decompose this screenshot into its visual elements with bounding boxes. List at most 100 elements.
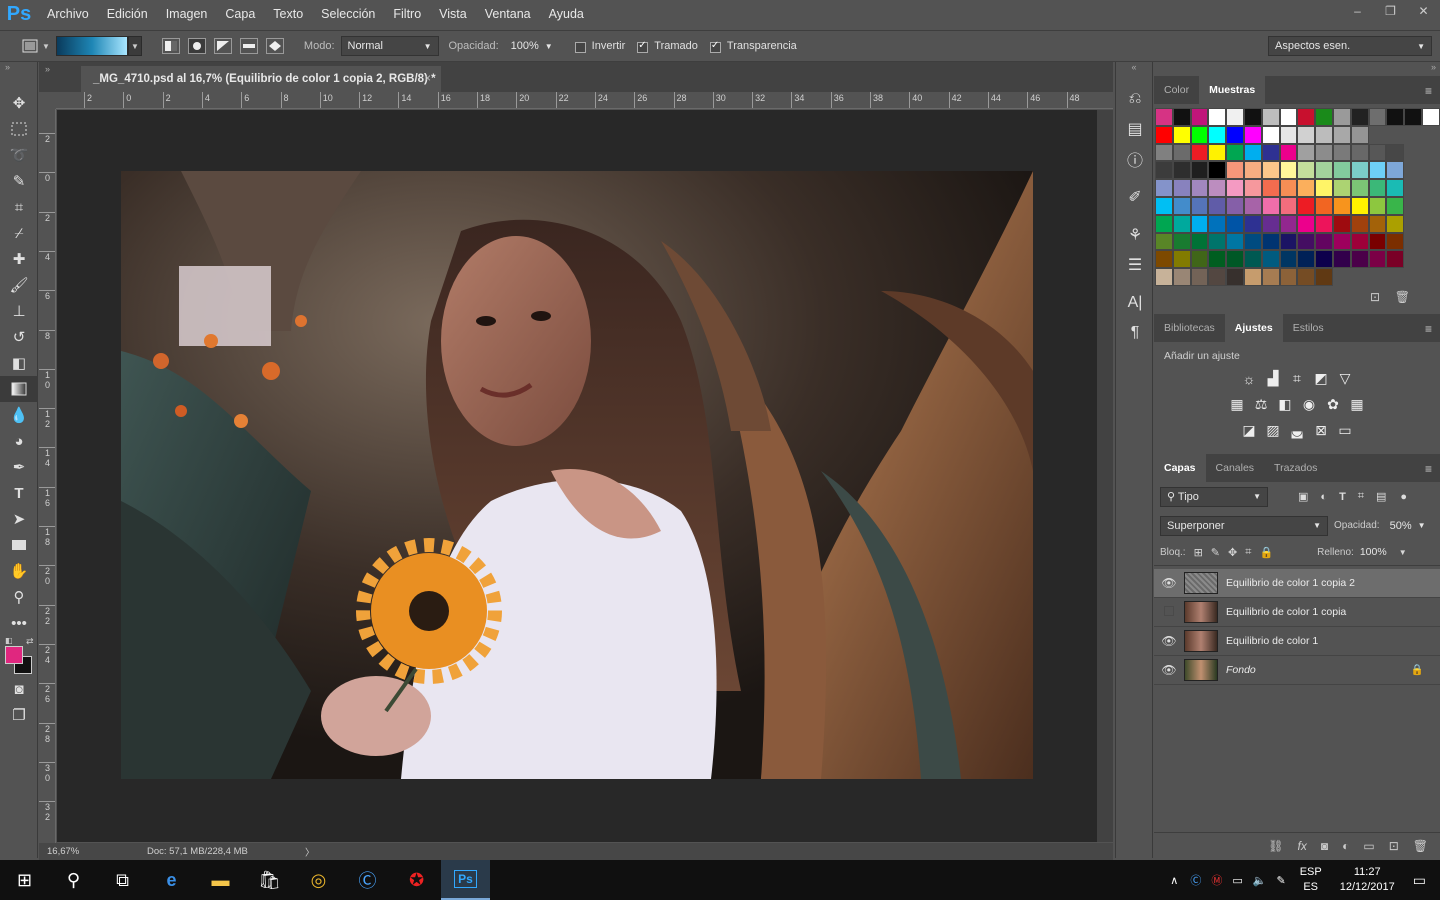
tab-adjustments[interactable]: Ajustes: [1224, 313, 1283, 342]
crop-tool-icon[interactable]: ⌗: [0, 194, 38, 220]
color-swatch[interactable]: [1190, 125, 1209, 144]
collapse-dock-icon[interactable]: «: [1116, 62, 1152, 76]
properties-panel-icon[interactable]: ▤: [1116, 114, 1154, 144]
color-swatch[interactable]: [1386, 250, 1405, 269]
brush-tool-icon[interactable]: 🖌: [0, 272, 38, 298]
fill-chevron-down-icon[interactable]: ▼: [1399, 548, 1407, 557]
color-swatch[interactable]: [1297, 232, 1316, 251]
color-swatch[interactable]: [1226, 179, 1244, 197]
color-swatch[interactable]: [1368, 161, 1387, 180]
tray-network-icon[interactable]: ▭: [1232, 874, 1242, 887]
color-swatch[interactable]: [1226, 232, 1244, 251]
color-swatch[interactable]: [1243, 232, 1262, 251]
color-swatch[interactable]: [1226, 161, 1244, 180]
tab-swatches[interactable]: Muestras: [1199, 76, 1266, 104]
color-swatch[interactable]: [1350, 232, 1369, 251]
link-layers-icon[interactable]: ⛓: [1268, 839, 1283, 853]
blur-tool-icon[interactable]: 💧: [0, 402, 38, 428]
color-swatch[interactable]: [1243, 250, 1262, 269]
color-swatch[interactable]: [1190, 250, 1209, 269]
color-swatch[interactable]: [1297, 268, 1316, 286]
color-swatch[interactable]: [1386, 161, 1405, 180]
invert-checkbox[interactable]: [574, 41, 586, 53]
photoshop-taskbar-icon[interactable]: Ps: [441, 860, 490, 900]
color-swatch[interactable]: [1261, 214, 1280, 233]
color-swatch[interactable]: [1155, 250, 1173, 269]
edge-browser-icon[interactable]: e: [147, 860, 196, 900]
color-swatch[interactable]: [1243, 143, 1262, 162]
color-swatch[interactable]: [1350, 161, 1369, 180]
tab-libraries[interactable]: Bibliotecas: [1154, 314, 1225, 342]
color-swatch[interactable]: [1208, 143, 1227, 162]
info-panel-icon[interactable]: ⓘ: [1116, 144, 1154, 174]
color-swatch[interactable]: [1243, 179, 1262, 197]
layer-row[interactable]: 👁 Equilibrio de color 1 copia 2: [1154, 568, 1440, 598]
default-colors-icon[interactable]: ◧: [5, 636, 13, 645]
tab-styles[interactable]: Estilos: [1283, 314, 1334, 342]
move-tool-icon[interactable]: ✥: [0, 90, 38, 116]
color-swatch[interactable]: [1332, 143, 1351, 162]
healing-brush-tool-icon[interactable]: ✚: [0, 246, 38, 272]
color-swatch[interactable]: [1368, 214, 1387, 233]
document-tab-close-icon[interactable]: ×: [424, 66, 431, 92]
zoom-level[interactable]: 16,67%: [39, 846, 139, 857]
swatches-panel-menu-icon[interactable]: ≡: [1425, 84, 1432, 98]
color-swatch[interactable]: [1368, 196, 1387, 215]
channel-mixer-icon[interactable]: ✿: [1324, 396, 1342, 414]
color-swatch[interactable]: [1386, 196, 1405, 215]
brightness-contrast-icon[interactable]: ☼: [1240, 370, 1258, 388]
color-swatch[interactable]: [1279, 125, 1298, 144]
horizontal-ruler[interactable]: 2 0 2 4 6 8 10 12 14 16 18 20 22 24 26 28 30 32 34 36 38 40 42…: [56, 92, 1113, 109]
tray-volume-icon[interactable]: 🔈: [1253, 874, 1267, 887]
character-panel-icon[interactable]: A|: [1116, 288, 1154, 318]
color-swatch[interactable]: [1386, 108, 1405, 126]
color-swatch[interactable]: [1190, 143, 1209, 162]
new-group-icon[interactable]: ▭: [1363, 839, 1374, 853]
color-swatch[interactable]: [1279, 161, 1298, 180]
status-menu-arrow-icon[interactable]: 〉: [305, 845, 315, 859]
hue-saturation-icon[interactable]: ▦: [1228, 396, 1246, 414]
color-swatch[interactable]: [1155, 196, 1173, 215]
color-swatch[interactable]: [1279, 214, 1298, 233]
color-swatch[interactable]: [1332, 179, 1351, 197]
color-swatch[interactable]: [1155, 179, 1173, 197]
color-swatch[interactable]: [1279, 268, 1298, 286]
color-swatch[interactable]: [1386, 214, 1405, 233]
tray-mail-icon[interactable]: Ⓜ: [1211, 872, 1222, 888]
color-swatch[interactable]: [1226, 108, 1244, 126]
angle-gradient-icon[interactable]: [213, 38, 232, 54]
color-swatch[interactable]: [1315, 108, 1333, 126]
color-lookup-icon[interactable]: ▦: [1348, 396, 1366, 414]
more-tools-icon[interactable]: •••: [0, 610, 38, 636]
color-swatch[interactable]: [1243, 214, 1262, 233]
menu-edicion[interactable]: Edición: [98, 0, 157, 28]
color-swatch[interactable]: [1297, 250, 1316, 269]
color-swatch[interactable]: [1172, 143, 1191, 162]
radial-gradient-icon[interactable]: [187, 38, 206, 54]
color-swatch[interactable]: [1208, 214, 1227, 233]
clone-stamp-tool-icon[interactable]: ⊥: [0, 298, 38, 324]
lock-image-icon[interactable]: ✎: [1211, 546, 1220, 559]
color-swatch[interactable]: [1155, 125, 1173, 144]
color-balance-icon[interactable]: ⚖: [1252, 396, 1270, 414]
tray-chevron-up-icon[interactable]: ∧: [1170, 874, 1178, 887]
color-swatch[interactable]: [1350, 179, 1369, 197]
color-swatch[interactable]: [1404, 108, 1422, 126]
curves-icon[interactable]: ⌗: [1288, 370, 1306, 388]
menu-seleccion[interactable]: Selección: [312, 0, 384, 28]
color-swatch[interactable]: [1350, 143, 1369, 162]
color-swatch[interactable]: [1279, 250, 1298, 269]
filter-pixel-icon[interactable]: ▣: [1298, 490, 1308, 503]
linear-gradient-icon[interactable]: [161, 38, 180, 54]
color-swatch[interactable]: [1261, 161, 1280, 180]
levels-icon[interactable]: ▟: [1264, 370, 1282, 388]
history-panel-icon[interactable]: ⎌: [1116, 84, 1154, 114]
color-swatch[interactable]: [1243, 108, 1262, 126]
document-image[interactable]: [121, 171, 1033, 779]
color-swatch[interactable]: [1190, 232, 1209, 251]
collapse-left-icon[interactable]: »: [45, 64, 50, 74]
lock-all-icon[interactable]: 🔒: [1259, 546, 1273, 559]
new-adjustment-layer-icon[interactable]: ◐: [1342, 839, 1349, 853]
dodge-tool-icon[interactable]: ◕: [0, 428, 38, 454]
menu-vista[interactable]: Vista: [430, 0, 476, 28]
